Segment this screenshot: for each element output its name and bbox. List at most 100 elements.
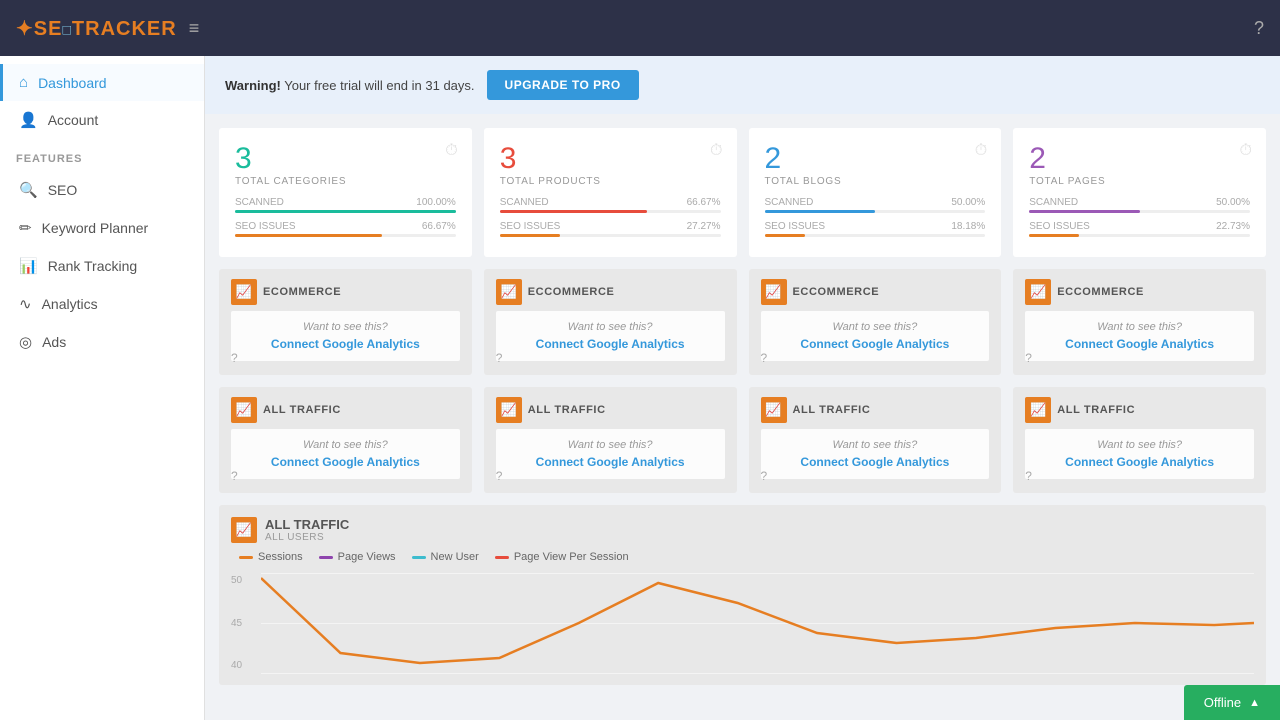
traffic-header-0: 📈 ALL TRAFFIC [231, 397, 460, 423]
connect-ga-traffic-1[interactable]: Connect Google Analytics [508, 455, 713, 469]
chart-title: ALL TRAFFIC [265, 517, 349, 532]
sidebar-item-analytics[interactable]: ∿ Analytics [0, 285, 204, 323]
legend-label-1: Page Views [338, 551, 396, 563]
scanned-pct-1: 66.67% [687, 197, 721, 208]
sidebar-label-account: Account [48, 112, 99, 128]
traffic-want-3: Want to see this? [1037, 439, 1242, 451]
connect-ga-ecom-2[interactable]: Connect Google Analytics [773, 337, 978, 351]
traffic-question-2: ? [761, 469, 768, 483]
stat-card-categories: ⏱ 3 TOTAL CATEGORIES SCANNED 100.00% SEO… [219, 128, 472, 257]
progress-issues-3: SEO ISSUES 22.73% [1029, 221, 1250, 237]
legend-dot-3 [495, 556, 509, 559]
traffic-widget-3: 📈 ALL TRAFFIC Want to see this? Connect … [1013, 387, 1266, 493]
ecommerce-icon-1: 📈 [496, 279, 522, 305]
legend-item-1: Page Views [319, 551, 396, 563]
traffic-body-1: Want to see this? Connect Google Analyti… [496, 429, 725, 479]
sidebar-label-seo: SEO [48, 182, 78, 198]
ecommerce-icon-2: 📈 [761, 279, 787, 305]
traffic-header-1: 📈 ALL TRAFFIC [496, 397, 725, 423]
warning-label: Warning! [225, 78, 281, 93]
sidebar-item-seo[interactable]: 🔍 SEO [0, 171, 204, 209]
issues-pct-2: 18.18% [951, 221, 985, 232]
issues-bar-2 [765, 234, 805, 237]
sidebar-item-rank-tracking[interactable]: 📊 Rank Tracking [0, 247, 204, 285]
stat-number-3: 2 [1029, 142, 1250, 176]
ecommerce-header-2: 📈 ECCOMMERCE [761, 279, 990, 305]
traffic-icon-0: 📈 [231, 397, 257, 423]
scanned-label-0: SCANNED [235, 197, 284, 208]
traffic-title-3: ALL TRAFFIC [1057, 404, 1135, 416]
sidebar-item-ads[interactable]: ◎ Ads [0, 323, 204, 361]
sidebar: ⌂ Dashboard 👤 Account FEATURES 🔍 SEO ✏ K… [0, 56, 205, 720]
progress-scanned-0: SCANNED 100.00% [235, 197, 456, 213]
issues-bar-3 [1029, 234, 1079, 237]
legend-item-2: New User [412, 551, 479, 563]
legend-item-3: Page View Per Session [495, 551, 629, 563]
ecommerce-header-3: 📈 ECCOMMERCE [1025, 279, 1254, 305]
sidebar-item-dashboard[interactable]: ⌂ Dashboard [0, 64, 204, 101]
chart-section: 📈 ALL TRAFFIC ALL USERS Sessions Page Vi… [219, 505, 1266, 685]
offline-label: Offline [1204, 695, 1241, 710]
ecommerce-body-3: Want to see this? Connect Google Analyti… [1025, 311, 1254, 361]
scanned-pct-0: 100.00% [416, 197, 455, 208]
scanned-bar-0 [235, 210, 456, 213]
scanned-pct-2: 50.00% [951, 197, 985, 208]
upgrade-button[interactable]: UPGRADE TO PRO [487, 70, 639, 100]
legend-label-3: Page View Per Session [514, 551, 629, 563]
connect-ga-traffic-0[interactable]: Connect Google Analytics [243, 455, 448, 469]
ecommerce-want-0: Want to see this? [243, 321, 448, 333]
scanned-bar-1 [500, 210, 647, 213]
grid-line-3 [261, 673, 1254, 674]
stat-number-1: 3 [500, 142, 721, 176]
connect-ga-ecom-3[interactable]: Connect Google Analytics [1037, 337, 1242, 351]
ecommerce-question-0: ? [231, 351, 238, 365]
traffic-want-0: Want to see this? [243, 439, 448, 451]
ecommerce-title-1: ECCOMMERCE [528, 286, 615, 298]
traffic-question-1: ? [496, 469, 503, 483]
sidebar-item-account[interactable]: 👤 Account [0, 101, 204, 139]
chart-icon: 📈 [231, 517, 257, 543]
progress-scanned-1: SCANNED 66.67% [500, 197, 721, 213]
legend-item-0: Sessions [239, 551, 303, 563]
legend-label-0: Sessions [258, 551, 303, 563]
issues-label-2: SEO ISSUES [765, 221, 826, 232]
issues-bar-1 [500, 234, 560, 237]
traffic-widget-0: 📈 ALL TRAFFIC Want to see this? Connect … [219, 387, 472, 493]
issues-label-1: SEO ISSUES [500, 221, 561, 232]
offline-button[interactable]: Offline ▲ [1184, 685, 1280, 720]
sidebar-label-rank: Rank Tracking [48, 258, 137, 274]
connect-ga-ecom-0[interactable]: Connect Google Analytics [243, 337, 448, 351]
sidebar-label-keyword: Keyword Planner [42, 220, 149, 236]
traffic-icon-1: 📈 [496, 397, 522, 423]
ecommerce-widget-3: 📈 ECCOMMERCE Want to see this? Connect G… [1013, 269, 1266, 375]
traffic-body-2: Want to see this? Connect Google Analyti… [761, 429, 990, 479]
ecommerce-widget-2: 📈 ECCOMMERCE Want to see this? Connect G… [749, 269, 1002, 375]
connect-ga-traffic-2[interactable]: Connect Google Analytics [773, 455, 978, 469]
progress-scanned-3: SCANNED 50.00% [1029, 197, 1250, 213]
ecommerce-title-3: ECCOMMERCE [1057, 286, 1144, 298]
logo-accent: ✦SE [16, 18, 62, 40]
warning-bar: Warning! Your free trial will end in 31 … [205, 56, 1280, 114]
connect-ga-ecom-1[interactable]: Connect Google Analytics [508, 337, 713, 351]
scanned-bar-2 [765, 210, 875, 213]
logo-text: TRACKER [72, 18, 177, 40]
traffic-question-0: ? [231, 469, 238, 483]
traffic-widget-1: 📈 ALL TRAFFIC Want to see this? Connect … [484, 387, 737, 493]
app-logo: ✦SE□TRACKER [16, 16, 177, 41]
warning-text: Warning! Your free trial will end in 31 … [225, 78, 475, 93]
top-navigation: ✦SE□TRACKER ≡ ? [0, 0, 1280, 56]
traffic-want-1: Want to see this? [508, 439, 713, 451]
home-icon: ⌂ [19, 74, 28, 91]
help-icon[interactable]: ? [1254, 18, 1264, 39]
ecommerce-widget-row: 📈 ECOMMERCE Want to see this? Connect Go… [205, 257, 1280, 375]
scanned-label-3: SCANNED [1029, 197, 1078, 208]
y-label-40: 40 [231, 660, 259, 671]
stat-card-pages: ⏱ 2 TOTAL PAGES SCANNED 50.00% SEO ISSUE… [1013, 128, 1266, 257]
seo-icon: 🔍 [19, 181, 38, 199]
traffic-icon-2: 📈 [761, 397, 787, 423]
connect-ga-traffic-3[interactable]: Connect Google Analytics [1037, 455, 1242, 469]
scanned-label-1: SCANNED [500, 197, 549, 208]
hamburger-menu[interactable]: ≡ [189, 18, 200, 39]
issues-label-0: SEO ISSUES [235, 221, 296, 232]
sidebar-item-keyword-planner[interactable]: ✏ Keyword Planner [0, 209, 204, 247]
